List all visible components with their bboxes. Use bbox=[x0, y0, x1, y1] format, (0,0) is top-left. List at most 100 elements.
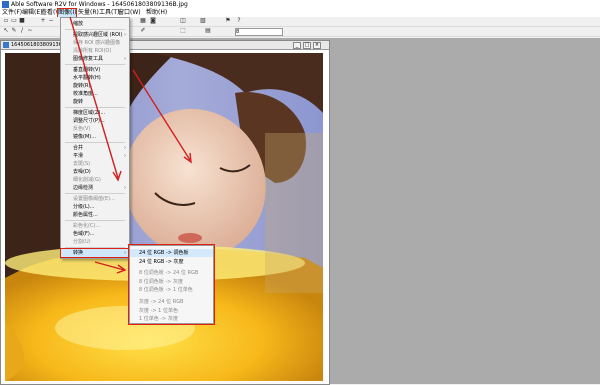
submenu-arrow-icon: › bbox=[124, 153, 126, 159]
photo-image bbox=[5, 53, 323, 381]
convert-menu-item: 8 位调色板 -> 灰度 bbox=[139, 278, 183, 285]
new-icon[interactable]: ▫ bbox=[3, 18, 9, 24]
menu-item-label: 去噪(D) bbox=[73, 169, 91, 175]
image-menu-item: 细化削减(G) bbox=[61, 176, 129, 184]
image-menu-item[interactable]: 调整尺寸(P)... bbox=[61, 117, 129, 125]
image-menu-item[interactable]: 校准角度... bbox=[61, 90, 129, 98]
menu-item-label: 转换 bbox=[73, 250, 84, 256]
maximize-icon[interactable]: □ bbox=[303, 42, 311, 49]
image-menu-item[interactable]: 图像修复工具 › bbox=[61, 55, 129, 63]
minimize-icon[interactable]: _ bbox=[293, 42, 301, 49]
menu-item-label: 水平翻转(H) bbox=[73, 75, 101, 81]
menu-window[interactable]: 窗口(W) bbox=[118, 9, 141, 17]
image-menu-item[interactable]: 缩放 bbox=[61, 20, 129, 28]
open-icon[interactable]: ▭ bbox=[11, 18, 17, 24]
image-menu-item: 彩色化(C)... bbox=[61, 222, 129, 230]
submenu-arrow-icon: › bbox=[124, 145, 126, 151]
image-menu-item[interactable]: 镜像(M)... bbox=[61, 133, 129, 141]
menu-separator bbox=[65, 142, 125, 143]
image-menu-item[interactable]: 提取感兴趣区域 (ROI) › bbox=[61, 31, 129, 39]
image-menu-item[interactable]: 合并 › bbox=[61, 144, 129, 152]
menu-tools[interactable]: 工具(T) bbox=[99, 9, 119, 17]
menu-item-label: 缩放 bbox=[73, 21, 84, 27]
menu-separator bbox=[65, 220, 125, 221]
image-menu-item[interactable]: 旋转(R) bbox=[61, 82, 129, 90]
menu-item-label: 垂直翻转(V) bbox=[73, 67, 101, 73]
pointer-icon[interactable]: ↖ bbox=[3, 28, 9, 34]
submenu-arrow-icon: › bbox=[124, 56, 126, 62]
menu-item-label: 颜色属性... bbox=[73, 212, 98, 218]
menu-item-label: 彩色化(C)... bbox=[73, 223, 101, 229]
document-icon bbox=[3, 42, 9, 48]
image-menu-item[interactable]: 色域(F)... bbox=[61, 230, 129, 238]
layer-icon[interactable]: ◫ bbox=[180, 18, 186, 24]
menu-item-label: 校准角度... bbox=[73, 91, 98, 97]
app-icon bbox=[2, 1, 9, 8]
brush-icon[interactable]: ✐ bbox=[140, 28, 146, 34]
image-menu-item[interactable]: 平滑 › bbox=[61, 152, 129, 160]
menu-vector[interactable]: 矢量(R) bbox=[78, 9, 99, 17]
menu-item-label: 旋转(R) bbox=[73, 83, 91, 89]
image-menu-item[interactable]: 垂直翻转(V) bbox=[61, 66, 129, 74]
menu-item-label: 色域(F)... bbox=[73, 231, 95, 237]
menu-item-label: 平滑 bbox=[73, 153, 84, 159]
image-menu-item: 去斑(S) bbox=[61, 160, 129, 168]
menu-bar: 文件(F) 编辑(E) 查看(V) 图像(I) 矢量(R) 工具(T) 窗口(W… bbox=[0, 8, 600, 18]
menu-item-label: 旋转 bbox=[73, 99, 84, 105]
map-icon[interactable]: ▧ bbox=[200, 18, 206, 24]
stop-icon[interactable]: ◙ bbox=[150, 18, 156, 24]
menu-item-label: 调整尺寸(P)... bbox=[73, 118, 105, 124]
menu-item-label: 反色(V) bbox=[73, 126, 91, 132]
image-menu-item[interactable]: 旋转 bbox=[61, 98, 129, 106]
image-menu-item[interactable]: 分级(L)... bbox=[61, 203, 129, 211]
menu-file[interactable]: 文件(F) bbox=[2, 9, 22, 17]
menu-image[interactable]: 图像(I) bbox=[56, 8, 78, 18]
image-menu-item: 保存 ROI 感兴趣图像 bbox=[61, 39, 129, 47]
title-bar: Able Software R2V for Windows - 16450618… bbox=[0, 0, 600, 9]
document-titlebar: 1645061803809136B.jpg _ □ × bbox=[1, 41, 329, 50]
menu-item-label: 镜像(M)... bbox=[73, 134, 96, 140]
menu-item-label: 保存 ROI 感兴趣图像 bbox=[73, 40, 121, 46]
image-menu-item[interactable]: 去噪(D) bbox=[61, 168, 129, 176]
convert-menu-item: 8 位调色板 -> 1 位单色 bbox=[139, 287, 193, 294]
pencil-icon[interactable]: ✎ bbox=[11, 28, 17, 34]
convert-menu-item: 灰度 -> 24 位 RGB bbox=[139, 299, 184, 305]
convert-menu-item: 灰度 -> 1 位单色 bbox=[139, 307, 178, 314]
image-menu-item[interactable]: 转换 › bbox=[60, 248, 130, 258]
menu-item-label: 图像修复工具 bbox=[73, 56, 104, 62]
save-icon[interactable]: ■ bbox=[19, 18, 25, 24]
convert-menu-item: 1 位单色 -> 灰度 bbox=[139, 316, 178, 323]
convert-menu-item[interactable]: 24 位 RGB -> 调色板 bbox=[130, 249, 213, 257]
fill-icon[interactable]: ▤ bbox=[205, 28, 211, 34]
menu-item-label: 分割(U) bbox=[73, 239, 91, 245]
menu-edit[interactable]: 编辑(E) bbox=[22, 9, 42, 17]
image-menu-item[interactable]: 边缘检测 › bbox=[61, 184, 129, 192]
image-menu-item[interactable]: 颜色属性... bbox=[61, 211, 129, 219]
zoom-select[interactable]: 8 bbox=[235, 28, 283, 36]
curve-icon[interactable]: ~ bbox=[27, 28, 33, 34]
menu-help[interactable]: 帮助(H) bbox=[146, 9, 167, 17]
close-icon[interactable]: × bbox=[313, 42, 321, 49]
menu-item-label: 合并 bbox=[73, 145, 84, 151]
menu-separator bbox=[65, 107, 125, 108]
submenu-arrow-icon: › bbox=[124, 32, 126, 38]
line-icon[interactable]: / bbox=[19, 28, 25, 34]
zoom-in-icon[interactable]: + bbox=[40, 18, 46, 24]
help-icon[interactable]: ? bbox=[236, 18, 242, 24]
menu-item-label: 分级(L)... bbox=[73, 204, 95, 210]
zoom-out-icon[interactable]: − bbox=[48, 18, 54, 24]
menu-item-label: 梯度区域(Z)... bbox=[73, 110, 106, 116]
grid-icon[interactable]: ▦ bbox=[140, 18, 146, 24]
flag-icon[interactable]: ⚑ bbox=[225, 18, 231, 24]
select-icon[interactable]: ⬚ bbox=[180, 28, 186, 34]
image-menu-item[interactable]: 梯度区域(Z)... bbox=[61, 109, 129, 117]
image-canvas[interactable] bbox=[5, 53, 323, 381]
menu-separator bbox=[65, 193, 125, 194]
menu-item-label: 提取感兴趣区域 (ROI) bbox=[73, 32, 123, 38]
convert-menu-item[interactable]: 24 位 RGB -> 灰度 bbox=[130, 258, 213, 266]
menu-item-label: 去斑(S) bbox=[73, 161, 91, 167]
convert-submenu: 24 位 RGB -> 调色板 24 位 RGB -> 灰度 8 位调色板 -> 2… bbox=[128, 244, 215, 325]
menu-item-label: 边缘检测 bbox=[73, 185, 94, 191]
menu-separator bbox=[65, 29, 125, 30]
image-menu-item[interactable]: 水平翻转(H) bbox=[61, 74, 129, 82]
